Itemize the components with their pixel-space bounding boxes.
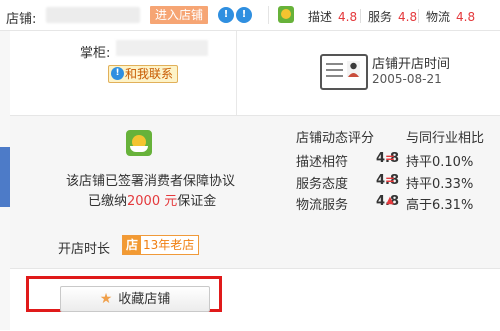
industry-compare-heading: 与同行业相比	[406, 131, 485, 146]
rating-description: 描述 4.8	[308, 10, 358, 24]
shop-name-redacted[interactable]	[46, 7, 140, 23]
equal-icon: =	[384, 151, 396, 165]
shop-age-badge: 店 13年老店	[122, 235, 200, 255]
shop-label: 店铺:	[6, 12, 37, 27]
compare-value: 持平0.10%	[406, 155, 474, 170]
divider	[268, 6, 269, 24]
id-card-icon	[320, 54, 368, 90]
seller-name-redacted[interactable]	[116, 40, 208, 56]
shop-duration-label: 开店时长	[58, 242, 111, 257]
wangwang-icon: !	[111, 67, 124, 80]
wangwang-icon[interactable]: !	[236, 7, 252, 23]
deposit-amount: 2000 元	[127, 194, 178, 209]
seller-label: 掌柜:	[80, 46, 111, 61]
divider	[418, 9, 419, 23]
score-row-label: 描述相符	[296, 155, 349, 170]
contact-button-label: 和我联系	[125, 67, 174, 81]
wangwang-icon[interactable]: !	[218, 7, 234, 23]
protection-agreement-text: 该店铺已签署消费者保障协议	[66, 174, 236, 189]
divider	[360, 9, 361, 23]
rating-logistics: 物流 4.8	[426, 10, 476, 24]
up-arrow-icon: ▲	[386, 195, 394, 206]
score-row-label: 服务态度	[296, 177, 349, 192]
shop-icon: 店	[123, 236, 141, 254]
left-edge-tab[interactable]	[0, 147, 10, 207]
compare-value: 持平0.33%	[406, 177, 474, 192]
rating-service: 服务 4.8	[368, 10, 418, 24]
open-date: 2005-08-21	[372, 72, 442, 86]
score-row-label: 物流服务	[296, 198, 349, 213]
collect-shop-button[interactable]: ★ 收藏店铺	[60, 286, 210, 312]
consumer-protection-shield-icon	[126, 130, 152, 156]
dynamic-score-heading: 店铺动态评分	[296, 131, 375, 146]
enter-shop-button[interactable]: 进入店铺	[150, 6, 208, 24]
divider	[236, 31, 237, 115]
deposit-text: 已缴纳2000 元保证金	[88, 194, 217, 209]
star-icon: ★	[99, 291, 113, 307]
compare-value: 高于6.31%	[406, 198, 474, 213]
consumer-protection-shield-icon[interactable]	[278, 6, 294, 23]
open-time-title: 店铺开店时间	[372, 57, 451, 72]
shop-age-text: 13年老店	[143, 238, 195, 252]
collect-button-label: 收藏店铺	[118, 292, 171, 307]
contact-me-button[interactable]: ! 和我联系	[108, 65, 179, 83]
equal-icon: =	[384, 173, 396, 187]
